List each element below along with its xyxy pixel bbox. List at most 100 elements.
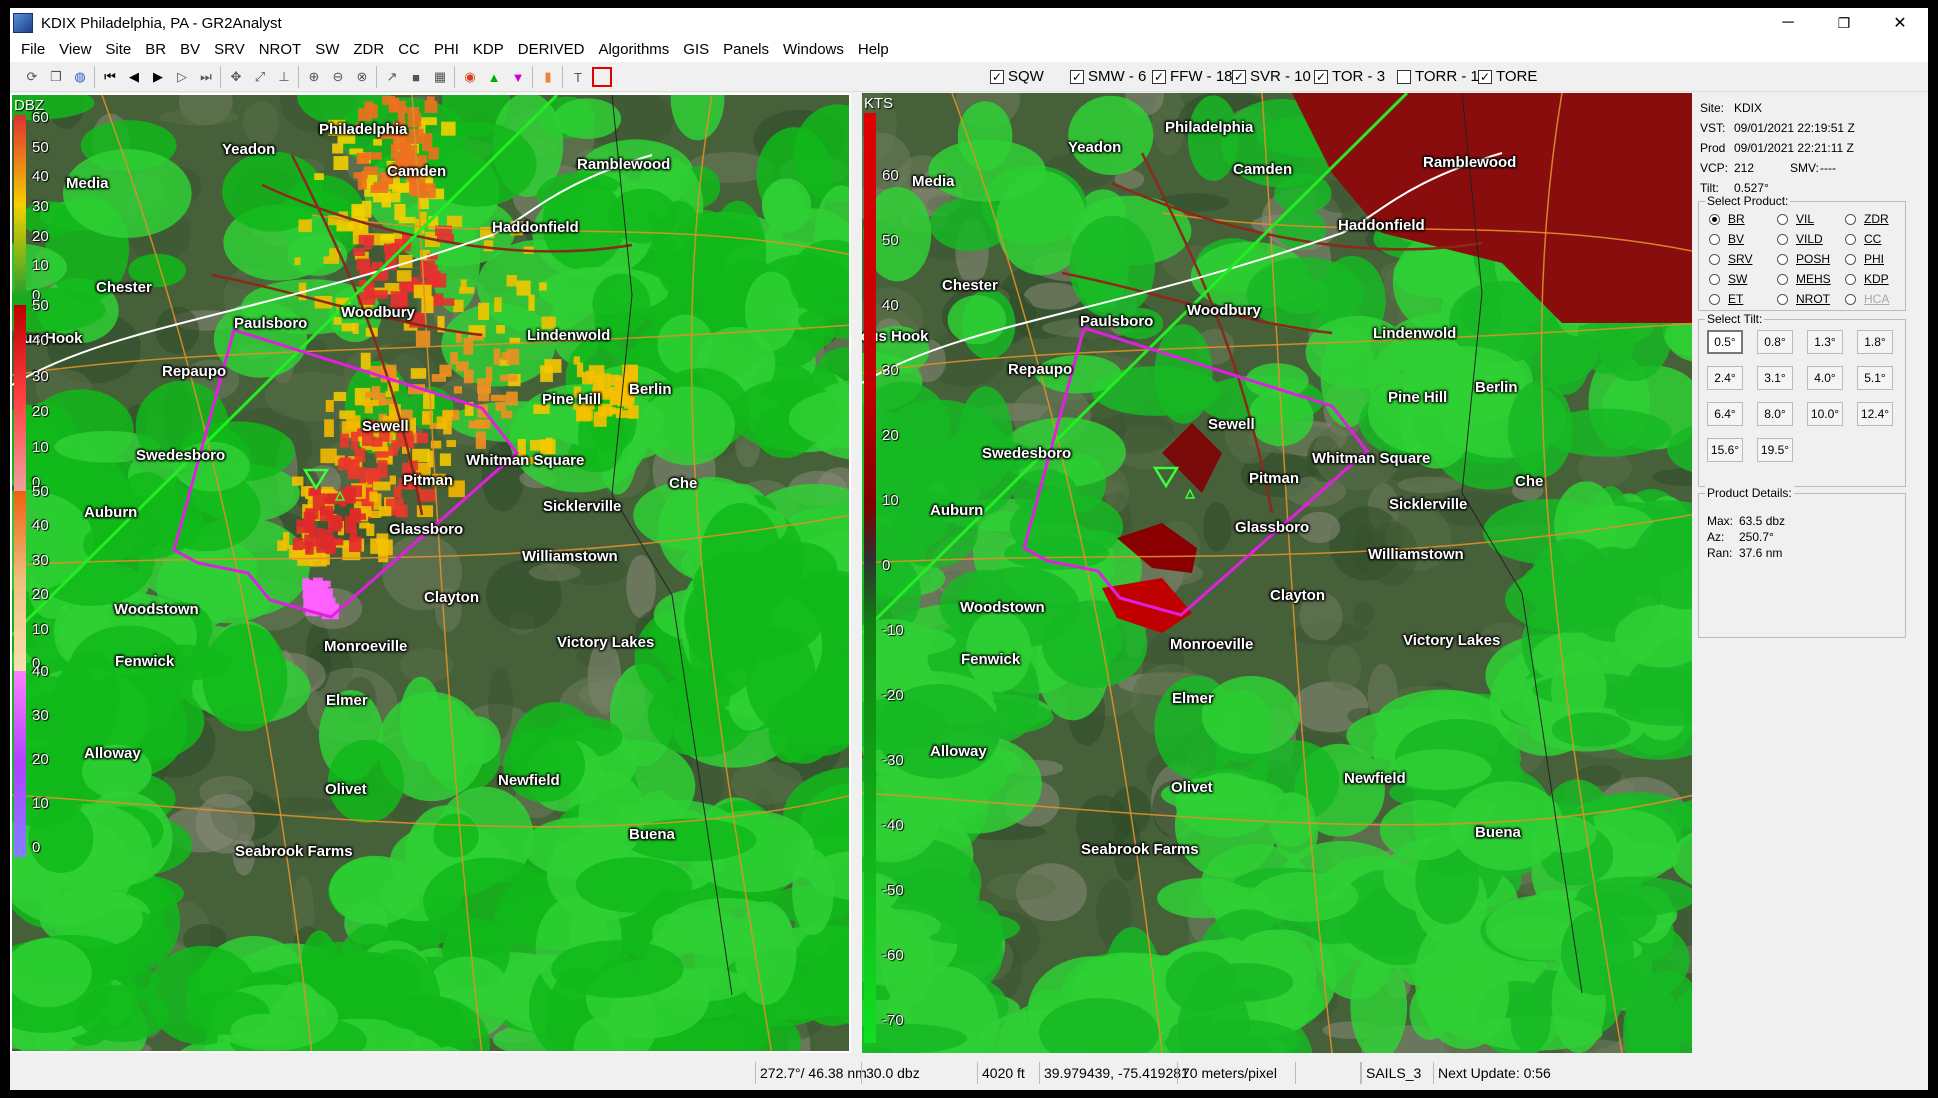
tilt-button[interactable]: 15.6° (1707, 438, 1743, 462)
product-radio-et[interactable]: ET (1709, 292, 1743, 306)
product-radio-vil[interactable]: VIL (1777, 212, 1814, 226)
velocity-map[interactable] (862, 93, 1692, 1053)
zoom-out-icon[interactable]: ⊖ (328, 67, 348, 87)
tilt-button[interactable]: 0.5° (1707, 330, 1743, 354)
tilt-button[interactable]: 3.1° (1757, 366, 1793, 390)
checkbox-icon[interactable]: ✓ (1152, 69, 1166, 84)
product-radio-kdp[interactable]: KDP (1845, 272, 1889, 286)
product-radio-bv[interactable]: BV (1709, 232, 1744, 246)
reflectivity-map[interactable] (12, 95, 851, 1053)
warning-toggle-svr[interactable]: ✓ SVR - 10 (1232, 68, 1311, 85)
menu-zdr[interactable]: ZDR (346, 38, 391, 62)
cross-section-icon[interactable]: ⊥ (274, 67, 294, 87)
product-radio-br[interactable]: BR (1709, 212, 1745, 226)
tilt-button[interactable]: 6.4° (1707, 402, 1743, 426)
radio-icon[interactable] (1777, 213, 1788, 225)
color-icon[interactable]: ▮ (538, 67, 558, 87)
record-icon[interactable]: □ (592, 67, 612, 87)
radio-icon[interactable] (1777, 293, 1788, 305)
minimize-button[interactable]: ─ (1760, 8, 1816, 38)
menu-view[interactable]: View (52, 38, 98, 62)
velocity-panel[interactable]: Philadelphia Yeadon Camden Ramblewood Media H… (862, 93, 1692, 1053)
menu-bv[interactable]: BV (173, 38, 207, 62)
skip-start-icon[interactable]: ⏮ (100, 67, 120, 87)
globe-icon[interactable]: ◍ (70, 67, 90, 87)
radio-icon[interactable] (1709, 293, 1720, 305)
tilt-button[interactable]: 5.1° (1857, 366, 1893, 390)
product-radio-mehs[interactable]: MEHS (1777, 272, 1831, 286)
radio-icon[interactable] (1845, 233, 1856, 245)
step-forward-icon[interactable]: ▷ (172, 67, 192, 87)
reflectivity-panel[interactable]: Philadelphia Yeadon Camden Ramblewood Media H… (10, 93, 851, 1053)
product-radio-srv[interactable]: SRV (1709, 252, 1752, 266)
menu-sw[interactable]: SW (308, 38, 346, 62)
step-back-icon[interactable]: ◀ (124, 67, 144, 87)
menu-derived[interactable]: DERIVED (511, 38, 592, 62)
checkbox-icon[interactable]: ✓ (1232, 69, 1246, 84)
radio-icon[interactable] (1777, 233, 1788, 245)
radio-icon[interactable] (1709, 273, 1720, 285)
radio-icon[interactable] (1709, 233, 1720, 245)
zoom-reset-icon[interactable]: ⊗ (352, 67, 372, 87)
radio-icon[interactable] (1709, 213, 1720, 225)
tilt-button[interactable]: 4.0° (1807, 366, 1843, 390)
checkbox-icon[interactable] (1397, 69, 1411, 84)
radio-icon[interactable] (1845, 253, 1856, 265)
menu-help[interactable]: Help (851, 38, 896, 62)
tilt-button[interactable]: 1.8° (1857, 330, 1893, 354)
triangle-down-icon[interactable]: ▼ (508, 67, 528, 87)
product-radio-sw[interactable]: SW (1709, 272, 1747, 286)
product-radio-zdr[interactable]: ZDR (1845, 212, 1889, 226)
refresh-icon[interactable]: ⟳ (22, 67, 42, 87)
radio-icon[interactable] (1709, 253, 1720, 265)
tilt-button[interactable]: 1.3° (1807, 330, 1843, 354)
maximize-button[interactable]: ❐ (1816, 8, 1872, 38)
menu-algorithms[interactable]: Algorithms (591, 38, 676, 62)
triangle-up-icon[interactable]: ▲ (484, 67, 504, 87)
radio-icon[interactable] (1845, 293, 1856, 305)
menu-file[interactable]: File (14, 38, 52, 62)
checkbox-icon[interactable]: ✓ (1478, 69, 1492, 84)
product-radio-vild[interactable]: VILD (1777, 232, 1823, 246)
menu-site[interactable]: Site (98, 38, 138, 62)
square-icon[interactable]: ■ (406, 67, 426, 87)
copy-icon[interactable]: ❐ (46, 67, 66, 87)
text-tool-icon[interactable]: T (568, 67, 588, 87)
tilt-button[interactable]: 2.4° (1707, 366, 1743, 390)
measure-icon[interactable]: ⤢ (250, 67, 270, 87)
warning-toggle-smw[interactable]: ✓ SMW - 6 (1070, 68, 1146, 85)
menu-br[interactable]: BR (138, 38, 173, 62)
warning-toggle-torr[interactable]: TORR - 1 (1397, 68, 1479, 85)
radio-icon[interactable] (1845, 273, 1856, 285)
menu-gis[interactable]: GIS (676, 38, 716, 62)
grid-icon[interactable]: ▦ (430, 67, 450, 87)
menu-kdp[interactable]: KDP (466, 38, 511, 62)
product-radio-posh[interactable]: POSH (1777, 252, 1830, 266)
tilt-button[interactable]: 19.5° (1757, 438, 1793, 462)
product-radio-nrot[interactable]: NROT (1777, 292, 1830, 306)
product-radio-cc[interactable]: CC (1845, 232, 1881, 246)
close-button[interactable]: ✕ (1872, 8, 1928, 38)
menu-phi[interactable]: PHI (427, 38, 466, 62)
radio-icon[interactable] (1845, 213, 1856, 225)
warning-toggle-sqw[interactable]: ✓ SQW (990, 68, 1044, 85)
warning-toggle-ffw[interactable]: ✓ FFW - 18 (1152, 68, 1233, 85)
tilt-button[interactable]: 10.0° (1807, 402, 1843, 426)
checkbox-icon[interactable]: ✓ (990, 69, 1004, 84)
checkbox-icon[interactable]: ✓ (1314, 69, 1328, 84)
warning-toggle-tore[interactable]: ✓ TORE (1478, 68, 1537, 85)
tilt-button[interactable]: 8.0° (1757, 402, 1793, 426)
menu-panels[interactable]: Panels (716, 38, 776, 62)
storm-icon[interactable]: ◉ (460, 67, 480, 87)
pan-icon[interactable]: ✥ (226, 67, 246, 87)
tilt-button[interactable]: 12.4° (1857, 402, 1893, 426)
tilt-button[interactable]: 0.8° (1757, 330, 1793, 354)
zoom-in-icon[interactable]: ⊕ (304, 67, 324, 87)
checkbox-icon[interactable]: ✓ (1070, 69, 1084, 84)
play-icon[interactable]: ▶ (148, 67, 168, 87)
menu-cc[interactable]: CC (391, 38, 427, 62)
product-radio-phi[interactable]: PHI (1845, 252, 1884, 266)
radio-icon[interactable] (1777, 253, 1788, 265)
warning-toggle-tor[interactable]: ✓ TOR - 3 (1314, 68, 1385, 85)
menu-nrot[interactable]: NROT (252, 38, 309, 62)
